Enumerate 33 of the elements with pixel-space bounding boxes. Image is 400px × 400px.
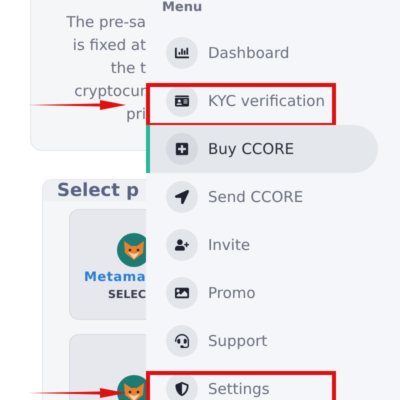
menu-item-icon (166, 37, 198, 69)
menu-title: Menu (162, 0, 202, 16)
info-text: pri (126, 104, 146, 125)
wallet-option[interactable]: Metama SELEC (69, 209, 146, 320)
menu-label: Invite (208, 236, 250, 254)
info-text: The pre-sa (66, 12, 146, 33)
menu-label: Promo (208, 284, 256, 302)
menu-label: Dashboard (208, 44, 290, 62)
wallet-name: Metama (84, 270, 146, 284)
menu-item-icon (166, 85, 198, 117)
menu-label: Support (208, 332, 268, 350)
menu-item-icon (166, 373, 198, 400)
menu-label: Settings (208, 380, 270, 398)
menu-item[interactable]: Dashboard (146, 29, 378, 77)
menu-item-icon (166, 277, 198, 309)
select-label: SELEC (108, 288, 146, 300)
info-text: the t (110, 58, 146, 79)
menu-item[interactable]: Promo (146, 269, 378, 317)
menu-label: Send CCORE (208, 188, 304, 206)
menu-item[interactable]: Invite (146, 221, 378, 269)
menu-item[interactable]: Settings (146, 365, 378, 400)
menu-item[interactable]: Buy CCORE (146, 125, 378, 173)
menu-item-icon (166, 325, 198, 357)
panel-title: Select p (57, 180, 139, 201)
menu-item-icon (166, 229, 198, 261)
menu-label: Buy CCORE (208, 140, 294, 158)
info-text: cryptocur (74, 81, 146, 102)
menu-item[interactable]: Support (146, 317, 378, 365)
menu-item[interactable]: Send CCORE (146, 173, 378, 221)
menu-item-icon (166, 133, 198, 165)
info-text: is fixed at (72, 35, 146, 56)
menu-label: KYC verification (208, 92, 325, 110)
menu-item-icon (166, 181, 198, 213)
